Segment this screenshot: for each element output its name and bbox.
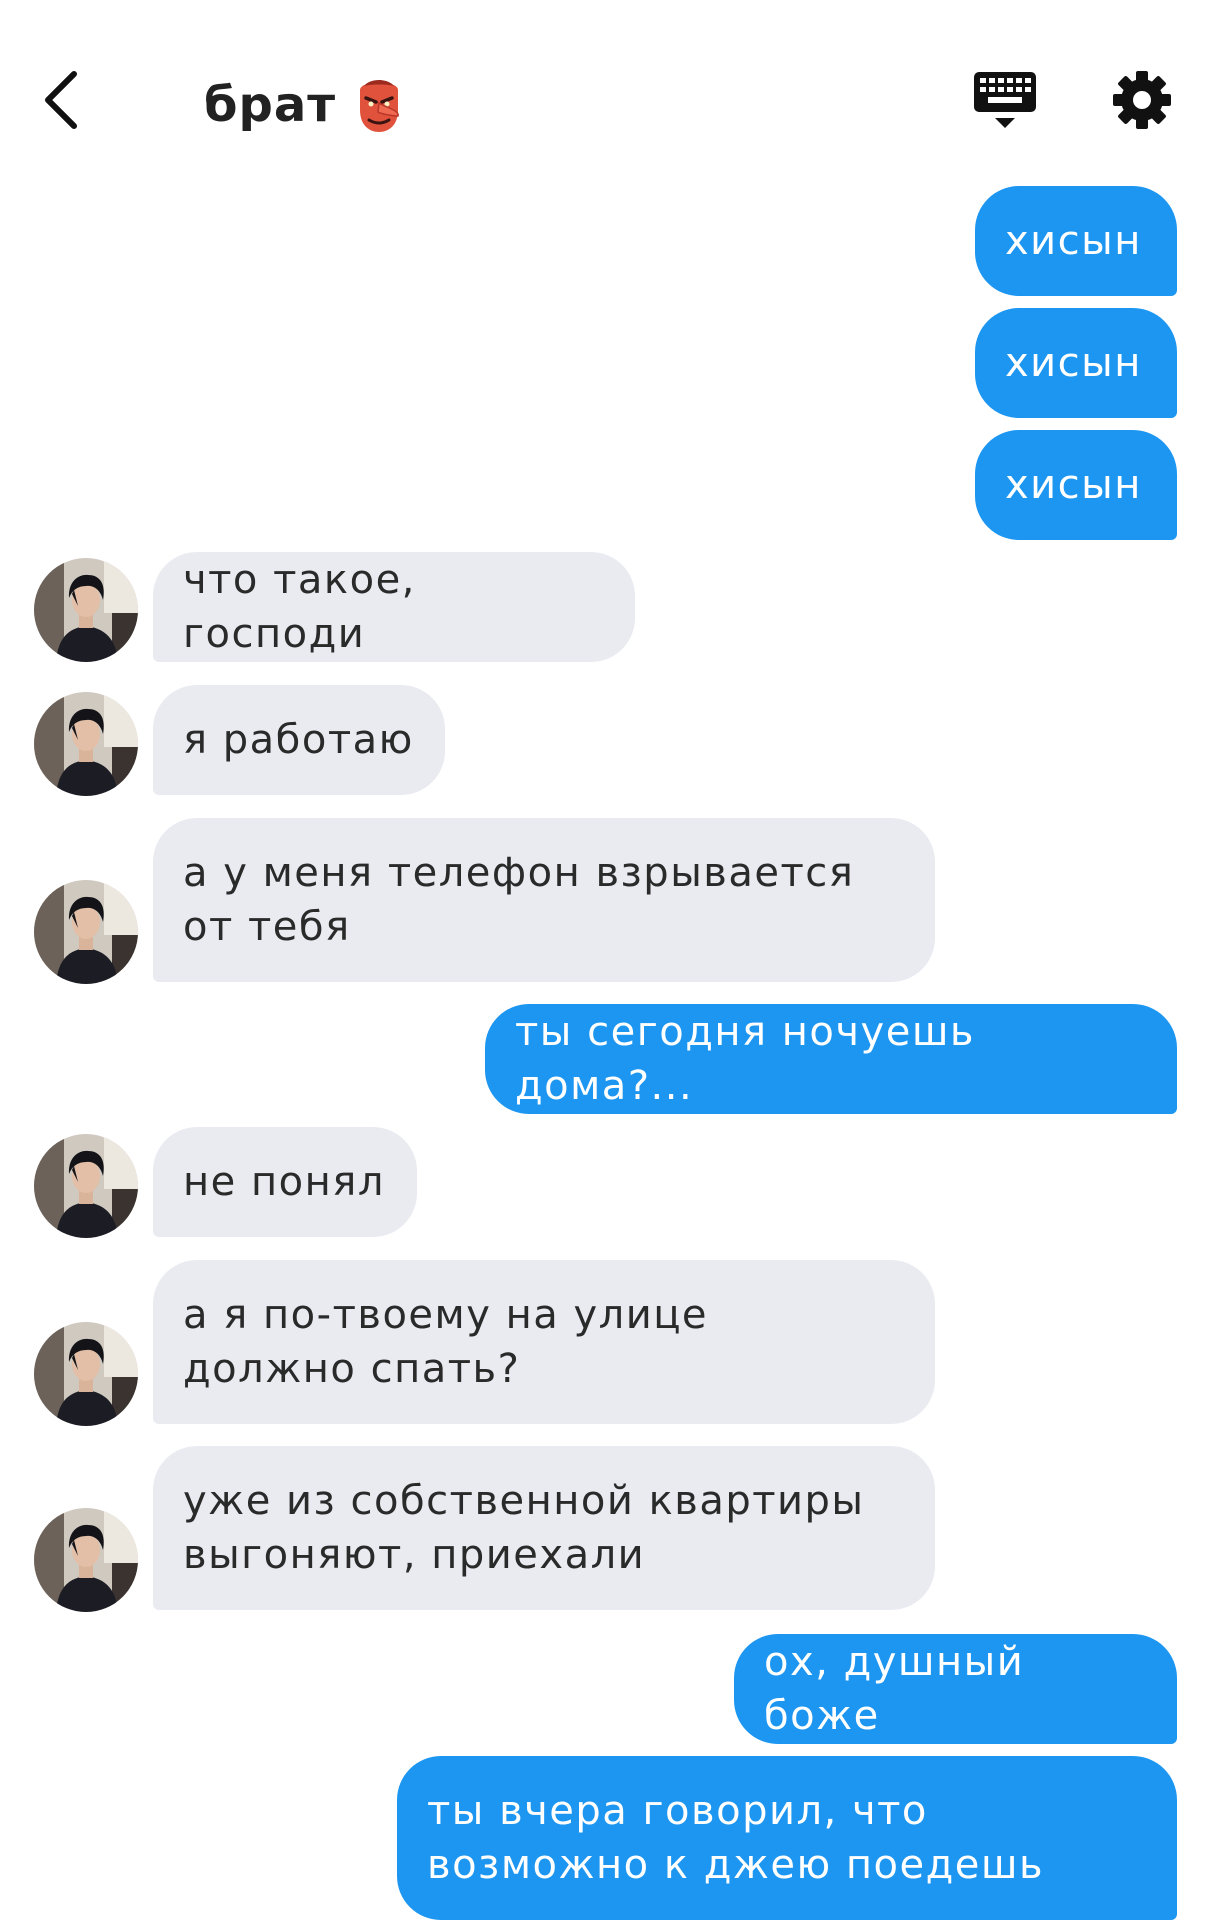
incoming-message[interactable]: что такое, господи bbox=[153, 552, 635, 662]
incoming-message[interactable]: не понял bbox=[153, 1127, 417, 1237]
chevron-left-icon bbox=[45, 71, 77, 129]
keyboard-icon bbox=[974, 72, 1036, 128]
contact-avatar[interactable] bbox=[34, 558, 138, 662]
incoming-message[interactable]: уже из собственной квартиры выгоняют, пр… bbox=[153, 1446, 935, 1610]
contact-avatar[interactable] bbox=[34, 1322, 138, 1426]
incoming-message[interactable]: а я по-твоему на улице должно спать? bbox=[153, 1260, 935, 1424]
outgoing-message[interactable]: ты вчера говорил, что возможно к джею по… bbox=[397, 1756, 1177, 1920]
contact-avatar[interactable] bbox=[34, 880, 138, 984]
outgoing-message[interactable]: хисын bbox=[975, 186, 1177, 296]
settings-button[interactable] bbox=[1112, 70, 1172, 130]
chat-title: брат bbox=[204, 76, 404, 134]
contact-avatar[interactable] bbox=[34, 1134, 138, 1238]
outgoing-message[interactable]: ты сегодня ночуешь дома?... bbox=[485, 1004, 1177, 1114]
back-button[interactable] bbox=[36, 64, 92, 136]
gear-icon bbox=[1113, 71, 1171, 129]
contact-avatar[interactable] bbox=[34, 1508, 138, 1612]
chat-header: брат bbox=[0, 0, 1210, 190]
contact-avatar[interactable] bbox=[34, 692, 138, 796]
chat-title-text: брат bbox=[204, 77, 337, 133]
tengu-mask-icon bbox=[360, 80, 399, 132]
incoming-message[interactable]: я работаю bbox=[153, 685, 445, 795]
keyboard-button[interactable] bbox=[970, 66, 1040, 136]
incoming-message[interactable]: а у меня телефон взрывается от тебя bbox=[153, 818, 935, 982]
outgoing-message[interactable]: хисын bbox=[975, 308, 1177, 418]
outgoing-message[interactable]: хисын bbox=[975, 430, 1177, 540]
outgoing-message[interactable]: ох, душный боже bbox=[734, 1634, 1177, 1744]
